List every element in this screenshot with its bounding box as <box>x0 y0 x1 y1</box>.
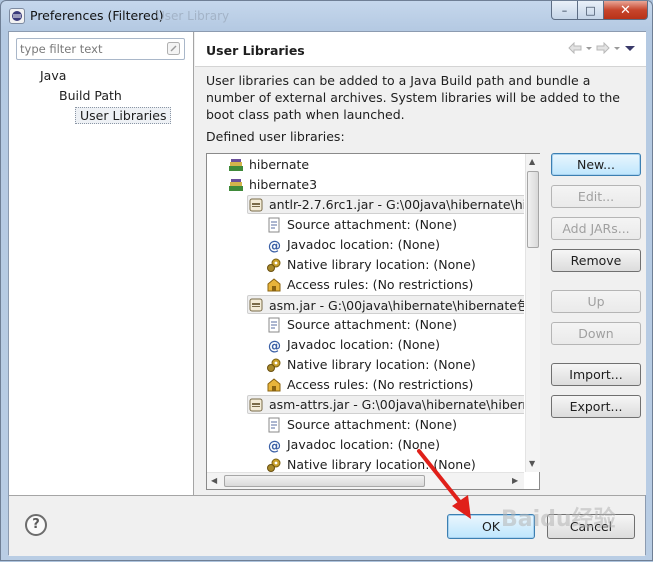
library-icon <box>228 157 244 173</box>
native-library-icon <box>266 457 282 473</box>
library-tree-item-source[interactable]: Source attachment: (None) <box>266 415 457 434</box>
library-tree-item-lib[interactable]: hibernate <box>228 155 309 174</box>
ok-button[interactable]: OK <box>447 514 535 539</box>
library-tree-item-javadoc[interactable]: @ Javadoc location: (None) <box>266 335 440 354</box>
native-library-icon <box>266 357 282 373</box>
edit-button[interactable]: Edit... <box>551 185 641 208</box>
scroll-up-arrow-icon[interactable]: ▲ <box>529 157 535 166</box>
jar-icon <box>248 197 264 213</box>
dialog-footer: ? OK Cancel <box>9 495 645 556</box>
view-menu-icon[interactable] <box>624 42 636 57</box>
page-description: User libraries can be added to a Java Bu… <box>206 73 620 122</box>
library-tree-item-label: asm.jar - G:\00java\hibernate\hibernate包 <box>269 298 524 313</box>
eclipse-app-icon <box>9 8 25 24</box>
library-tree-item-javadoc[interactable]: @ Javadoc location: (None) <box>266 235 440 254</box>
title-bar[interactable]: Preferences (Filtered) User Library – □ … <box>1 1 652 31</box>
jar-icon <box>248 297 264 313</box>
minimize-button[interactable]: – <box>551 1 578 20</box>
vertical-scroll-thumb[interactable] <box>527 171 539 248</box>
filter-box <box>16 38 185 60</box>
library-tree-item-source[interactable]: Source attachment: (None) <box>266 315 457 334</box>
export-button[interactable]: Export... <box>551 395 641 418</box>
scroll-right-arrow-icon[interactable]: ▶ <box>512 476 518 485</box>
remove-button[interactable]: Remove <box>551 249 641 272</box>
forward-arrow-icon[interactable] <box>596 41 610 57</box>
library-tree-item-label: antlr-2.7.6rc1.jar - G:\00java\hibernate… <box>269 197 524 212</box>
library-tree-item-source[interactable]: Source attachment: (None) <box>266 215 457 234</box>
forward-history-dropdown-icon[interactable] <box>613 42 621 57</box>
back-arrow-icon[interactable] <box>568 41 582 57</box>
library-tree-item-label: Access rules: (No restrictions) <box>287 277 474 292</box>
library-tree-item-label: Source attachment: (None) <box>287 217 458 232</box>
library-tree-item-label: Javadoc location: (None) <box>287 437 440 452</box>
source-attachment-icon <box>266 217 282 233</box>
library-tree-item-jar[interactable]: asm-attrs.jar - G:\00java\hibernate\hibe… <box>247 395 524 414</box>
jar-icon <box>248 397 264 413</box>
library-tree-item-label: asm-attrs.jar - G:\00java\hibernate\hibe… <box>269 397 524 412</box>
library-tree-item-access[interactable]: Access rules: (No restrictions) <box>266 375 473 394</box>
tree-item-user-libraries[interactable]: User Libraries <box>75 107 172 124</box>
library-tree-item-label: Native library location: (None) <box>287 357 476 372</box>
library-tree-item-label: Source attachment: (None) <box>287 417 458 432</box>
add-jars-button[interactable]: Add JARs... <box>551 217 641 240</box>
cancel-button[interactable]: Cancel <box>547 514 635 539</box>
library-tree-item-lib[interactable]: hibernate3 <box>228 175 317 194</box>
filter-input[interactable] <box>20 41 158 57</box>
user-libraries-page: User Libraries User libraries can be add… <box>195 32 646 495</box>
javadoc-icon: @ <box>266 237 282 254</box>
access-rules-icon <box>266 377 282 393</box>
close-button[interactable]: ✕ <box>604 1 648 20</box>
help-icon[interactable]: ? <box>25 514 47 536</box>
library-tree-item-jar[interactable]: asm.jar - G:\00java\hibernate\hibernate包 <box>247 295 524 314</box>
new-button[interactable]: New... <box>551 153 641 176</box>
javadoc-icon: @ <box>266 337 282 354</box>
library-tree-item-jar[interactable]: antlr-2.7.6rc1.jar - G:\00java\hibernate… <box>247 195 524 214</box>
library-tree-item-label: Native library location: (None) <box>287 257 476 272</box>
clear-filter-icon[interactable] <box>167 42 180 58</box>
page-title: User Libraries <box>206 43 305 58</box>
source-attachment-icon <box>266 317 282 333</box>
library-tree-item-label: Javadoc location: (None) <box>287 337 440 352</box>
scroll-down-arrow-icon[interactable]: ▼ <box>529 459 535 468</box>
library-tree-item-label: Access rules: (No restrictions) <box>287 377 474 392</box>
preference-tree-pane: Java Build Path User Libraries <box>9 32 194 495</box>
window-title: Preferences (Filtered) <box>30 8 164 23</box>
horizontal-scrollbar[interactable]: ◀ ▶ <box>207 472 524 489</box>
source-attachment-icon <box>266 417 282 433</box>
javadoc-icon: @ <box>266 437 282 454</box>
library-tree-item-access[interactable]: Access rules: (No restrictions) <box>266 275 473 294</box>
down-button[interactable]: Down <box>551 322 641 345</box>
svg-text:@: @ <box>268 239 281 253</box>
vertical-scrollbar[interactable]: ▲ ▼ <box>525 154 540 472</box>
tree-item-java[interactable]: Java <box>40 68 66 83</box>
library-tree-item-native[interactable]: Native library location: (None) <box>266 255 476 274</box>
horizontal-scroll-thumb[interactable] <box>224 475 425 487</box>
scroll-left-arrow-icon[interactable]: ◀ <box>211 476 217 485</box>
library-tree-item-label: Javadoc location: (None) <box>287 237 440 252</box>
library-tree-item-native[interactable]: Native library location: (None) <box>266 355 476 374</box>
page-header: User Libraries <box>195 32 646 67</box>
library-tree-item-label: hibernate <box>249 157 310 172</box>
defined-libraries-label: Defined user libraries: <box>206 129 345 144</box>
up-button[interactable]: Up <box>551 290 641 313</box>
library-tree-item-label: Source attachment: (None) <box>287 317 458 332</box>
preferences-window: Preferences (Filtered) User Library – □ … <box>0 0 653 561</box>
svg-text:@: @ <box>268 339 281 353</box>
library-tree-item-native[interactable]: Native library location: (None) <box>266 455 476 472</box>
access-rules-icon <box>266 277 282 293</box>
user-libraries-list[interactable]: hibernate hibernate3 antlr-2.7.6rc1.jar - … <box>206 153 540 490</box>
library-icon <box>228 177 244 193</box>
import-button[interactable]: Import... <box>551 363 641 386</box>
dialog-client-area: Java Build Path User Libraries User Librar… <box>8 31 646 556</box>
native-library-icon <box>266 257 282 273</box>
library-tree: hibernate hibernate3 antlr-2.7.6rc1.jar - … <box>207 154 524 472</box>
svg-text:@: @ <box>268 439 281 453</box>
back-history-dropdown-icon[interactable] <box>585 42 593 57</box>
library-tree-item-javadoc[interactable]: @ Javadoc location: (None) <box>266 435 440 454</box>
maximize-button[interactable]: □ <box>578 1 604 20</box>
tree-item-build-path[interactable]: Build Path <box>59 88 122 103</box>
library-tree-item-label: hibernate3 <box>249 177 318 192</box>
window-title-ghost: User Library <box>156 9 230 23</box>
library-tree-item-label: Native library location: (None) <box>287 457 476 472</box>
